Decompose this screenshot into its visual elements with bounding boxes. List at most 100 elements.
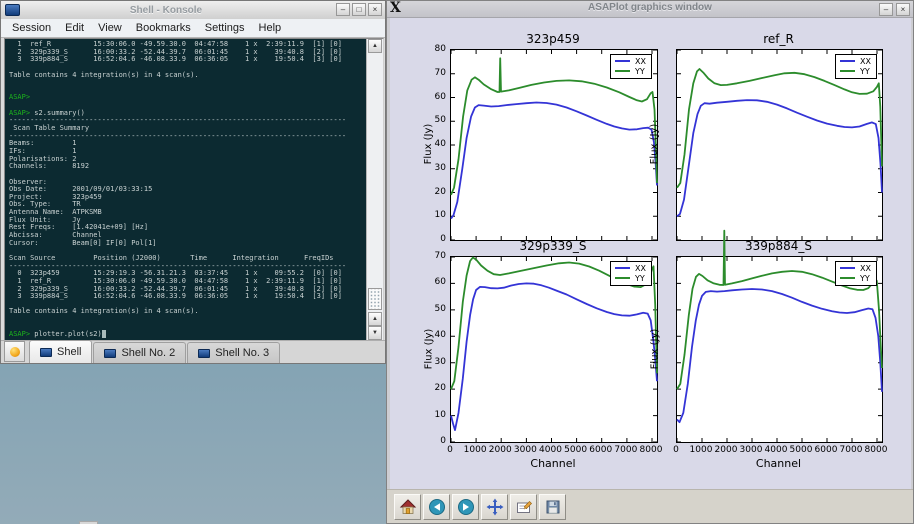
save-button[interactable] — [539, 494, 566, 520]
subplot-title: 323p459 — [450, 32, 656, 47]
menu-item-edit[interactable]: Edit — [58, 20, 91, 37]
scroll-up-icon[interactable]: ▲ — [368, 312, 382, 326]
terminal-icon — [40, 348, 52, 357]
legend-line-swatch — [840, 277, 855, 279]
legend-label: YY — [635, 274, 645, 283]
legend-entry: XX — [615, 263, 646, 273]
home-icon — [399, 498, 417, 516]
asaplot-titlebar[interactable]: X ASAPlot graphics window – × — [387, 1, 913, 18]
terminal-frame: 1 ref_R 15:30:06.0 -49.59.30.0 04:47:58 … — [4, 38, 384, 341]
terminal-scrollbar[interactable]: ▲ ▲ ▼ — [366, 39, 383, 340]
plot-axes[interactable]: XXYY — [450, 49, 658, 241]
menu-item-view[interactable]: View — [91, 20, 129, 37]
terminal-line: Table contains 4 integration(s) in 4 sca… — [9, 72, 366, 80]
tab-shell-no-2[interactable]: Shell No. 2 — [93, 342, 186, 363]
y-axis-label: Flux (Jy) — [423, 256, 435, 441]
back-icon — [428, 498, 446, 516]
terminal-line: 3 339p884_S 16:52:04.6 -46.08.33.9 06:36… — [9, 293, 366, 301]
configure-subplots-button[interactable] — [510, 494, 537, 520]
close-button[interactable]: × — [896, 3, 910, 16]
legend-label: XX — [635, 264, 646, 273]
konsole-window: Shell - Konsole – □ × SessionEditViewBoo… — [0, 0, 386, 364]
terminal-line: Table contains 4 integration(s) in 4 sca… — [9, 308, 366, 316]
desktop: { "konsole": { "title": "Shell - Konsole… — [0, 0, 914, 524]
legend-entry: XX — [840, 263, 871, 273]
configure-subplots-icon — [515, 498, 533, 516]
series-line-xx — [677, 100, 882, 216]
back-button[interactable] — [423, 494, 450, 520]
pan-button[interactable] — [481, 494, 508, 520]
tab-shell[interactable]: Shell — [29, 340, 92, 363]
legend-label: XX — [860, 57, 871, 66]
series-line-xx — [677, 289, 882, 422]
legend-label: XX — [635, 57, 646, 66]
legend: XXYY — [610, 54, 652, 79]
plot-axes[interactable]: XXYY — [450, 256, 658, 443]
minimize-button[interactable]: – — [879, 3, 893, 16]
terminal-line: 3 339p884_S 16:52:04.6 -46.08.33.9 06:36… — [9, 56, 366, 64]
konsole-tab-bar: Shell Shell No. 2 Shell No. 3 — [1, 340, 385, 363]
x-axis-label: Channel — [450, 457, 656, 470]
terminal-line: Channels: 8192 — [9, 163, 366, 171]
y-axis-label: Flux (Jy) — [649, 256, 661, 441]
legend-line-swatch — [615, 60, 630, 62]
legend-line-swatch — [615, 277, 630, 279]
menu-item-help[interactable]: Help — [252, 20, 289, 37]
terminal-line: ASAP> plotter.plot(s2) — [9, 331, 366, 339]
maximize-button[interactable]: □ — [352, 3, 366, 16]
terminal-line: Cursor: Beam[0] IF[0] Pol[1] — [9, 240, 366, 248]
terminal-line: ASAP> — [9, 94, 366, 102]
subplot-title: 329p339_S — [450, 239, 656, 254]
minimize-button[interactable]: – — [336, 3, 350, 16]
tab-label: Shell No. 2 — [121, 347, 175, 359]
legend: XXYY — [610, 261, 652, 286]
x-axis-label: Channel — [676, 457, 881, 470]
legend-line-swatch — [615, 70, 630, 72]
tab-label: Shell No. 3 — [215, 347, 269, 359]
forward-button[interactable] — [452, 494, 479, 520]
scroll-up-icon[interactable]: ▲ — [368, 39, 382, 53]
close-button[interactable]: × — [368, 3, 382, 16]
legend-entry: XX — [840, 56, 871, 66]
terminal-screen[interactable]: 1 ref_R 15:30:06.0 -49.59.30.0 04:47:58 … — [5, 39, 366, 340]
home-button[interactable] — [394, 494, 421, 520]
subplot-title: ref_R — [676, 32, 881, 47]
legend-entry: YY — [840, 66, 871, 76]
session-lamp-icon — [10, 347, 20, 357]
subplot-title: 339p884_S — [676, 239, 881, 254]
legend-label: YY — [860, 67, 870, 76]
scroll-down-icon[interactable]: ▼ — [368, 326, 382, 340]
series-line-xx — [451, 103, 657, 219]
scrollbar-thumb[interactable] — [368, 288, 382, 310]
y-axis-label: Flux (Jy) — [423, 49, 435, 239]
plot-toolbar — [387, 489, 913, 523]
legend-label: YY — [860, 274, 870, 283]
figure-canvas: 323p459XXYY01020304050607080Flux (Jy)ref… — [390, 18, 911, 489]
legend-line-swatch — [840, 60, 855, 62]
terminal-line — [9, 316, 366, 324]
legend: XXYY — [835, 54, 877, 79]
menu-item-bookmarks[interactable]: Bookmarks — [129, 20, 198, 37]
legend-entry: YY — [840, 273, 871, 283]
x-tick-label: 8000 — [858, 445, 894, 455]
legend: XXYY — [835, 261, 877, 286]
legend-label: XX — [860, 264, 871, 273]
plot-axes[interactable]: XXYY — [676, 256, 883, 443]
plot-axes[interactable]: XXYY — [676, 49, 883, 241]
series-line-yy — [677, 231, 882, 390]
legend-entry: XX — [615, 56, 646, 66]
asaplot-window: X ASAPlot graphics window – × 323p459XXY… — [386, 0, 914, 524]
menu-item-session[interactable]: Session — [5, 20, 58, 37]
terminal-icon — [198, 349, 210, 358]
tab-label: Shell — [57, 346, 81, 358]
legend-line-swatch — [840, 70, 855, 72]
legend-entry: YY — [615, 66, 646, 76]
save-icon — [544, 498, 562, 516]
tab-shell-no-3[interactable]: Shell No. 3 — [187, 342, 280, 363]
terminal-line — [9, 87, 366, 95]
konsole-titlebar[interactable]: Shell - Konsole – □ × — [1, 1, 385, 20]
new-session-button[interactable] — [4, 341, 25, 362]
pan-icon — [486, 498, 504, 516]
series-line-xx — [451, 283, 657, 430]
menu-item-settings[interactable]: Settings — [198, 20, 252, 37]
